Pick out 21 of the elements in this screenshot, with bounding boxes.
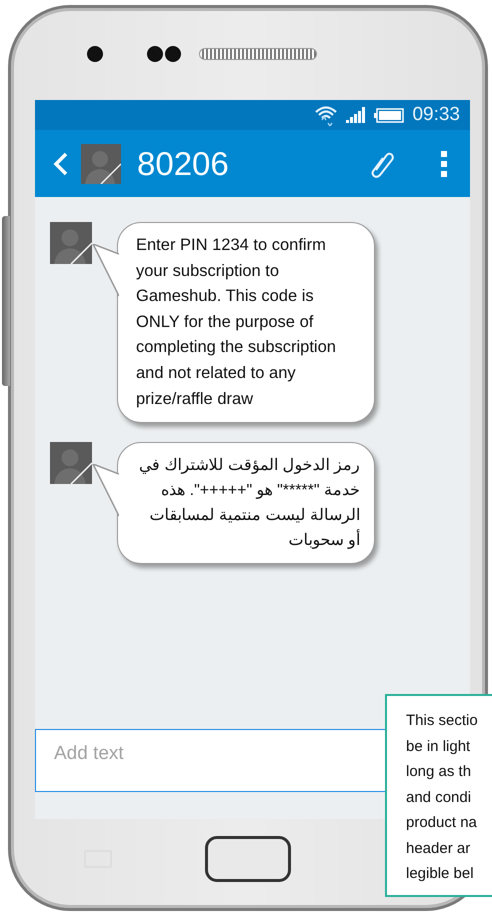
bubble-tail: [92, 244, 119, 298]
sensor-dot: [147, 46, 163, 62]
message-bubble: رمز الدخول المؤقت للاشتراك في خدمة "*****" هو "+++++". هذه الرسالة ليست منتمية لمسابقات أو سحوبات: [117, 442, 375, 564]
sensor-dot: [165, 46, 181, 62]
bubble-tail: [92, 464, 119, 518]
clock-time: 09:33: [412, 104, 460, 126]
more-options-button[interactable]: [440, 150, 448, 176]
wifi-icon: [314, 104, 338, 126]
camera-icon: [87, 46, 103, 62]
attach-button[interactable]: [370, 150, 394, 178]
signal-icon: [346, 107, 366, 123]
battery-icon: [374, 108, 404, 122]
contact-title: 80206: [137, 144, 230, 182]
avatar-icon: [50, 222, 92, 264]
avatar-icon: [81, 144, 121, 184]
message-bubble: Enter PIN 1234 to confirm your subscription to Gameshub. This code is ONLY for the purpose of completing the subscription and not related to any prize/raffle draw: [117, 222, 375, 424]
message-input-field[interactable]: Add text: [35, 729, 385, 792]
avatar-icon: [50, 442, 92, 484]
annotation-note: This sectio be in light long as th and condi product na header ar legible bel: [406, 711, 479, 884]
home-button[interactable]: [205, 836, 291, 882]
back-button[interactable]: [53, 152, 69, 176]
